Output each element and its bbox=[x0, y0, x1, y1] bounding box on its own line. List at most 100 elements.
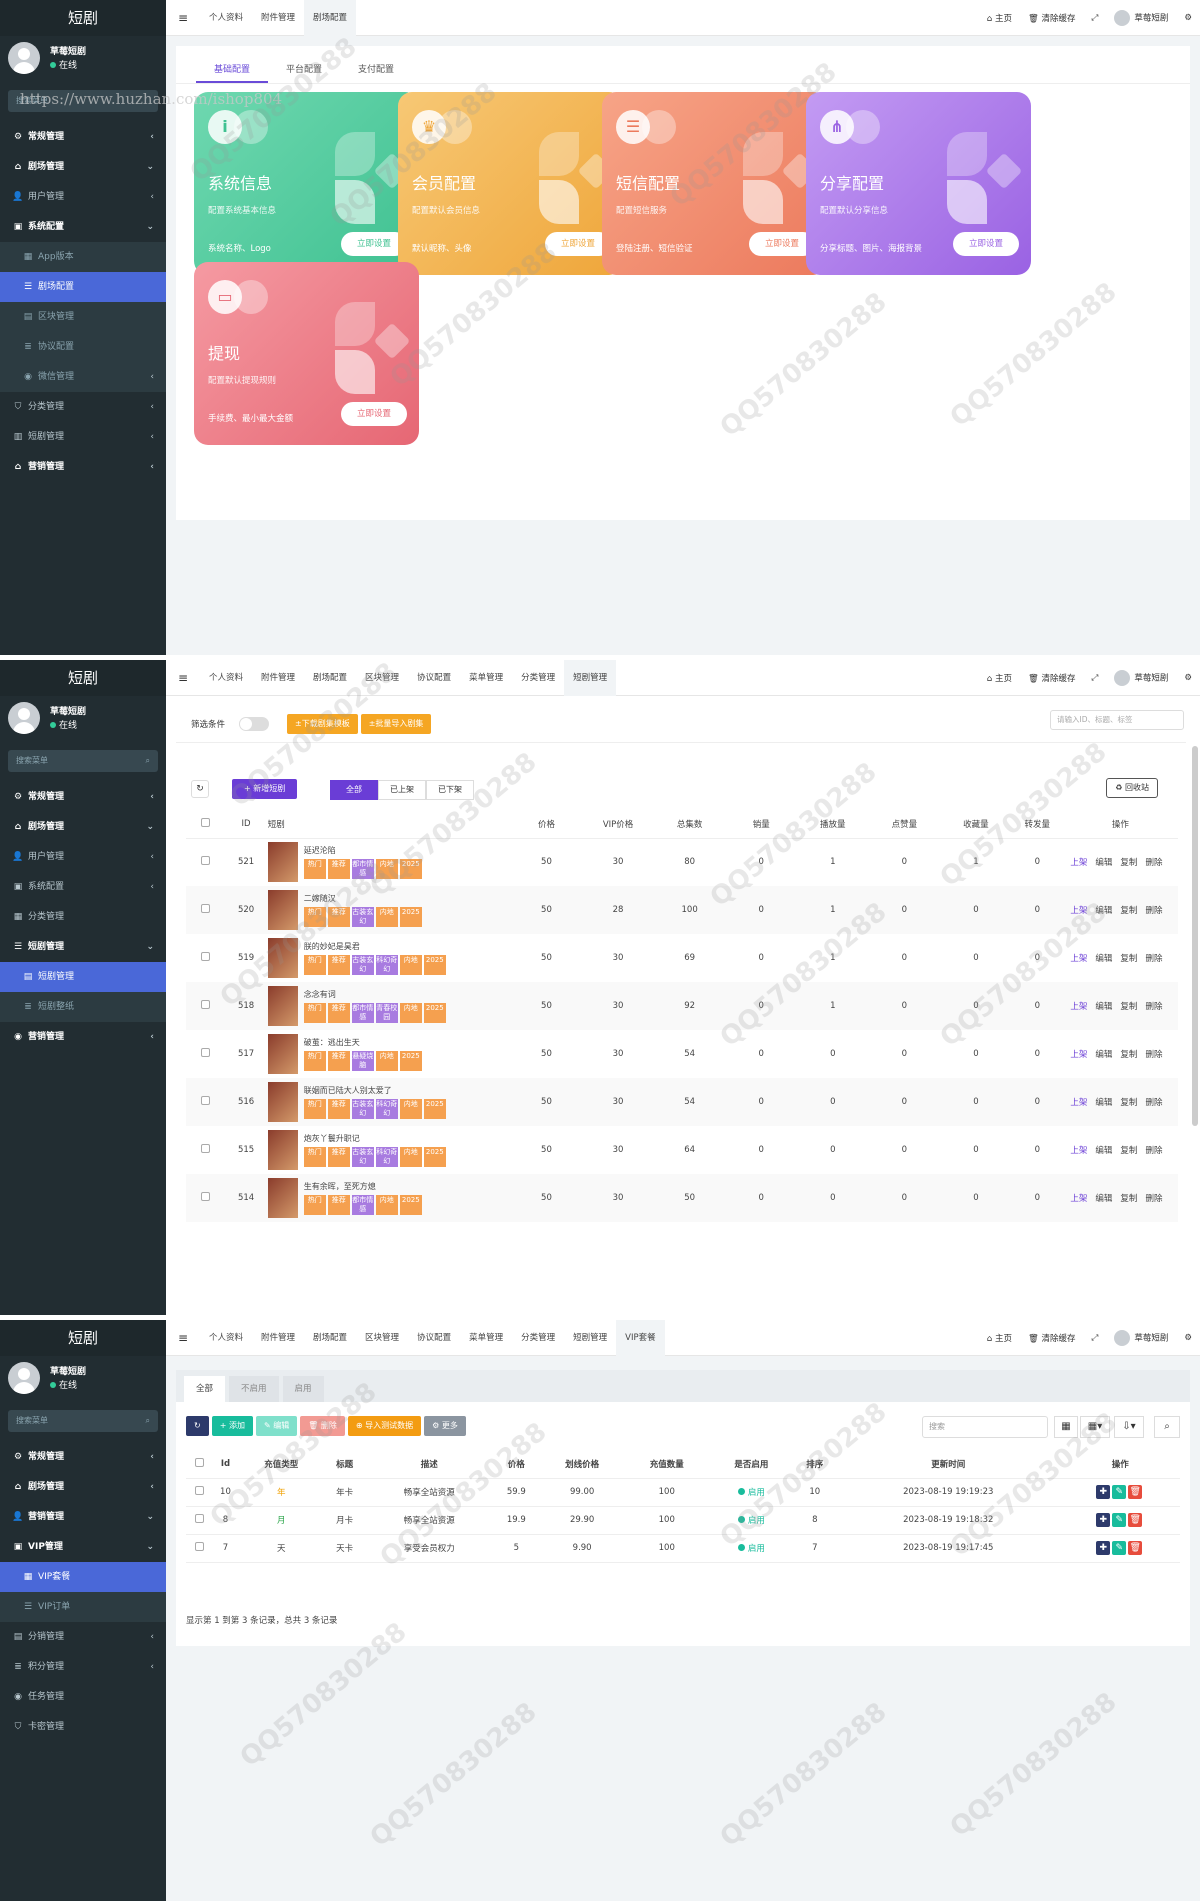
nav-tab[interactable]: 个人资料 bbox=[200, 1320, 252, 1356]
sidebar-item[interactable]: ⚙ 常规管理 ‹ bbox=[0, 1442, 166, 1472]
add-button[interactable]: + 添加 bbox=[211, 1416, 253, 1436]
nav-tab[interactable]: 协议配置 bbox=[408, 660, 460, 696]
action-2[interactable]: 复制 bbox=[1120, 1098, 1137, 1108]
status-tab-0[interactable]: 全部 bbox=[184, 1376, 226, 1402]
user-menu[interactable]: 草莓短剧 bbox=[1114, 670, 1168, 686]
column-header[interactable]: ID bbox=[224, 810, 268, 839]
row-checkbox[interactable] bbox=[186, 1126, 224, 1174]
sidebar-item[interactable]: ≣ 积分管理 ‹ bbox=[0, 1652, 166, 1682]
row-checkbox[interactable] bbox=[186, 1506, 212, 1534]
sidebar-item[interactable]: ◉ 任务管理 bbox=[0, 1682, 166, 1712]
setup-button[interactable]: 立即设置 bbox=[341, 402, 407, 426]
sidebar-item[interactable]: ▣ 系统配置 ⌄ bbox=[0, 212, 166, 242]
config-card[interactable]: ▭ 提现 配置默认提现规则 手续费、最小最大金额 立即设置 bbox=[194, 262, 419, 445]
action-3[interactable]: 删除 bbox=[1145, 1146, 1162, 1156]
segment-2[interactable]: 已下架 bbox=[426, 780, 474, 800]
action-2[interactable]: 复制 bbox=[1120, 906, 1137, 916]
action-0[interactable]: 上架 bbox=[1070, 1002, 1087, 1012]
export-icon[interactable]: ⇩▾ bbox=[1114, 1416, 1144, 1438]
column-header[interactable]: VIP价格 bbox=[582, 810, 654, 839]
row-checkbox[interactable] bbox=[186, 1534, 212, 1562]
action-2[interactable]: 复制 bbox=[1120, 954, 1137, 964]
drag-icon[interactable]: ✚ bbox=[1096, 1513, 1111, 1527]
recycle-bin-button[interactable]: ♻ 回收站 bbox=[1106, 778, 1158, 798]
delete-icon[interactable]: 🗑 bbox=[1128, 1541, 1143, 1555]
action-2[interactable]: 复制 bbox=[1120, 1002, 1137, 1012]
settings-gear-icon[interactable]: ⚙ bbox=[1184, 673, 1192, 683]
action-2[interactable]: 复制 bbox=[1120, 1146, 1137, 1156]
segment-1[interactable]: 已上架 bbox=[378, 780, 426, 800]
action-3[interactable]: 删除 bbox=[1145, 1002, 1162, 1012]
nav-tab[interactable]: 短剧管理 bbox=[564, 1320, 616, 1356]
setup-button[interactable]: 立即设置 bbox=[953, 232, 1019, 256]
sidebar-item[interactable]: ≣ 协议配置 bbox=[0, 332, 166, 362]
config-subtab[interactable]: 支付配置 bbox=[340, 56, 412, 83]
fullscreen-icon[interactable]: ⤢ bbox=[1092, 13, 1099, 23]
drag-icon[interactable]: ✚ bbox=[1096, 1485, 1111, 1499]
segment-0[interactable]: 全部 bbox=[330, 780, 378, 800]
clear-cache-link[interactable]: 🗑 清除缓存 bbox=[1028, 672, 1076, 684]
action-3[interactable]: 删除 bbox=[1145, 1194, 1162, 1204]
action-3[interactable]: 删除 bbox=[1145, 954, 1162, 964]
nav-tab[interactable]: 剧场配置 bbox=[304, 1320, 356, 1356]
select-all-checkbox[interactable] bbox=[186, 1450, 212, 1479]
row-checkbox[interactable] bbox=[186, 934, 224, 982]
advanced-search-icon[interactable]: ⌕ bbox=[1154, 1416, 1180, 1438]
sidebar-item[interactable]: ☰ 剧场配置 bbox=[0, 272, 166, 302]
drama-poster[interactable] bbox=[267, 938, 298, 978]
action-1[interactable]: 编辑 bbox=[1095, 1194, 1112, 1204]
action-3[interactable]: 删除 bbox=[1145, 1050, 1162, 1060]
action-1[interactable]: 编辑 bbox=[1095, 1002, 1112, 1012]
column-header[interactable]: 播放量 bbox=[796, 810, 869, 839]
table-view-icon[interactable]: ▦ bbox=[1054, 1416, 1078, 1438]
home-link[interactable]: ⌂ 主页 bbox=[987, 672, 1012, 684]
home-link[interactable]: ⌂ 主页 bbox=[987, 1332, 1012, 1344]
drama-poster[interactable] bbox=[267, 842, 298, 883]
action-3[interactable]: 删除 bbox=[1145, 858, 1162, 868]
sidebar-item[interactable]: ◉ 营销管理 ‹ bbox=[0, 1022, 166, 1052]
action-0[interactable]: 上架 bbox=[1070, 1098, 1087, 1108]
edit-icon[interactable]: ✎ bbox=[1112, 1541, 1127, 1555]
user-menu[interactable]: 草莓短剧 bbox=[1114, 10, 1168, 26]
delete-button[interactable]: 🗑 删除 bbox=[300, 1416, 345, 1436]
settings-gear-icon[interactable]: ⚙ bbox=[1184, 1333, 1192, 1343]
edit-icon[interactable]: ✎ bbox=[1112, 1485, 1127, 1499]
nav-tab[interactable]: 附件管理 bbox=[252, 0, 304, 36]
drama-poster[interactable] bbox=[267, 986, 298, 1026]
edit-button[interactable]: ✎ 编辑 bbox=[255, 1416, 298, 1436]
fullscreen-icon[interactable]: ⤢ bbox=[1092, 1333, 1099, 1343]
config-subtab[interactable]: 基础配置 bbox=[196, 56, 269, 83]
nav-tab[interactable]: 区块管理 bbox=[356, 660, 408, 696]
row-checkbox[interactable] bbox=[186, 838, 224, 886]
settings-gear-icon[interactable]: ⚙ bbox=[1184, 13, 1192, 23]
menu-toggle-icon[interactable]: ≡ bbox=[178, 660, 188, 696]
menu-toggle-icon[interactable]: ≡ bbox=[178, 0, 188, 36]
drama-poster[interactable] bbox=[267, 1034, 298, 1074]
column-header[interactable]: 价格 bbox=[510, 810, 583, 839]
sidebar-item[interactable]: 👤 用户管理 ‹ bbox=[0, 182, 166, 212]
action-1[interactable]: 编辑 bbox=[1095, 906, 1112, 916]
sidebar-item[interactable]: ▦ VIP套餐 bbox=[0, 1562, 166, 1592]
config-card[interactable]: ♛ 会员配置 配置默认会员信息 默认昵称、头像 立即设置 bbox=[398, 92, 623, 275]
column-header[interactable]: 总集数 bbox=[653, 810, 726, 839]
action-1[interactable]: 编辑 bbox=[1095, 1050, 1112, 1060]
nav-tab[interactable]: 剧场配置 bbox=[304, 660, 356, 696]
action-1[interactable]: 编辑 bbox=[1095, 954, 1112, 964]
action-1[interactable]: 编辑 bbox=[1095, 858, 1112, 868]
sidebar-item[interactable]: ▣ VIP管理 ⌄ bbox=[0, 1532, 166, 1562]
sidebar-item[interactable]: ▤ 短剧管理 bbox=[0, 962, 166, 992]
search-input[interactable]: 请输入ID、标题、标签 bbox=[1050, 710, 1184, 730]
nav-tab[interactable]: 附件管理 bbox=[252, 1320, 304, 1356]
refresh-button[interactable]: ↻ bbox=[186, 1416, 209, 1436]
home-link[interactable]: ⌂ 主页 bbox=[987, 12, 1012, 24]
sidebar-item[interactable]: ▥ 短剧管理 ‹ bbox=[0, 422, 166, 452]
sidebar-item[interactable]: ☰ VIP订单 bbox=[0, 1592, 166, 1622]
drag-icon[interactable]: ✚ bbox=[1096, 1541, 1111, 1555]
action-0[interactable]: 上架 bbox=[1070, 906, 1087, 916]
action-2[interactable]: 复制 bbox=[1120, 858, 1137, 868]
delete-icon[interactable]: 🗑 bbox=[1128, 1513, 1143, 1527]
nav-tab[interactable]: 个人资料 bbox=[200, 0, 252, 36]
import-test-data-button[interactable]: ⊕ 导入测试数据 bbox=[347, 1416, 422, 1436]
refresh-icon[interactable]: ↻ bbox=[191, 780, 209, 798]
nav-tab[interactable]: VIP套餐 bbox=[616, 1320, 665, 1356]
